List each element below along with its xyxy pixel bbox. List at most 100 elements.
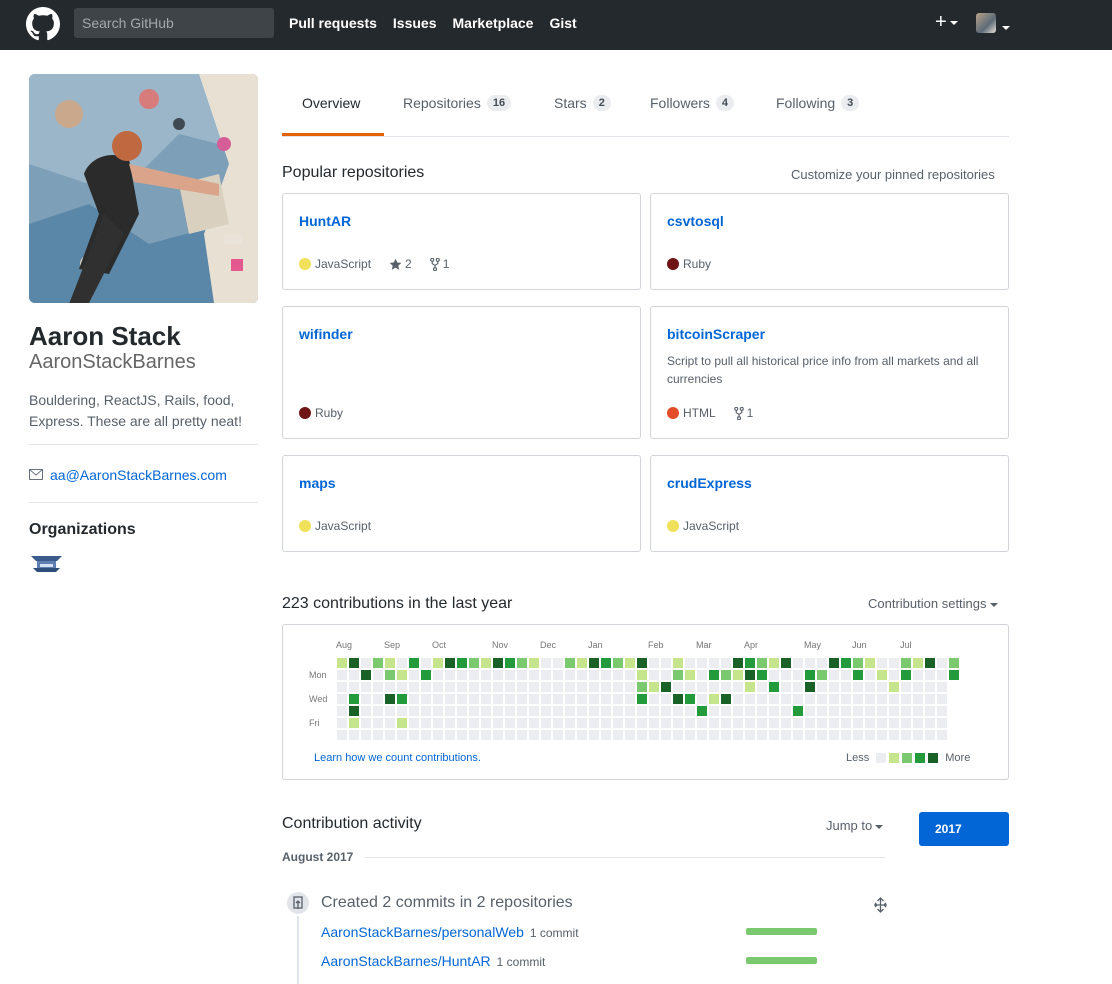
contribution-day[interactable] — [853, 730, 863, 740]
contribution-day[interactable] — [853, 706, 863, 716]
contribution-day[interactable] — [841, 706, 851, 716]
contribution-day[interactable] — [889, 670, 899, 680]
contribution-day[interactable] — [769, 730, 779, 740]
contribution-day[interactable] — [433, 670, 443, 680]
contribution-day[interactable] — [877, 730, 887, 740]
contribution-day[interactable] — [757, 730, 767, 740]
contribution-day[interactable] — [865, 718, 875, 728]
contribution-day[interactable] — [541, 694, 551, 704]
contribution-day[interactable] — [661, 730, 671, 740]
contribution-day[interactable] — [721, 718, 731, 728]
contribution-day[interactable] — [745, 670, 755, 680]
contribution-day[interactable] — [697, 670, 707, 680]
contribution-day[interactable] — [433, 694, 443, 704]
contribution-day[interactable] — [421, 694, 431, 704]
contribution-day[interactable] — [553, 718, 563, 728]
contribution-day[interactable] — [529, 718, 539, 728]
contribution-day[interactable] — [769, 682, 779, 692]
contribution-day[interactable] — [565, 730, 575, 740]
contribution-day[interactable] — [385, 730, 395, 740]
contribution-day[interactable] — [685, 658, 695, 668]
repo-forks[interactable]: 1 — [733, 406, 753, 420]
contribution-day[interactable] — [769, 706, 779, 716]
contribution-day[interactable] — [661, 694, 671, 704]
contribution-day[interactable] — [457, 670, 467, 680]
contribution-day[interactable] — [637, 694, 647, 704]
contribution-day[interactable] — [721, 694, 731, 704]
contribution-day[interactable] — [613, 682, 623, 692]
contribution-day[interactable] — [769, 694, 779, 704]
contribution-day[interactable] — [829, 682, 839, 692]
jump-to-dropdown[interactable]: Jump to — [826, 818, 884, 833]
contribution-day[interactable] — [517, 718, 527, 728]
contribution-day[interactable] — [661, 682, 671, 692]
contribution-day[interactable] — [577, 718, 587, 728]
contribution-day[interactable] — [601, 682, 611, 692]
contribution-day[interactable] — [757, 694, 767, 704]
contribution-day[interactable] — [469, 730, 479, 740]
contribution-day[interactable] — [409, 658, 419, 668]
contribution-day[interactable] — [709, 670, 719, 680]
contribution-day[interactable] — [673, 658, 683, 668]
contribution-day[interactable] — [901, 718, 911, 728]
contribution-day[interactable] — [481, 694, 491, 704]
contribution-day[interactable] — [673, 730, 683, 740]
contribution-day[interactable] — [505, 730, 515, 740]
contribution-day[interactable] — [649, 706, 659, 716]
contribution-day[interactable] — [445, 694, 455, 704]
contribution-day[interactable] — [877, 694, 887, 704]
contribution-day[interactable] — [565, 682, 575, 692]
contribution-day[interactable] — [421, 706, 431, 716]
contribution-day[interactable] — [769, 658, 779, 668]
contribution-day[interactable] — [757, 658, 767, 668]
contribution-day[interactable] — [349, 730, 359, 740]
contribution-day[interactable] — [529, 682, 539, 692]
contribution-settings-dropdown[interactable]: Contribution settings — [868, 596, 998, 611]
contribution-day[interactable] — [913, 706, 923, 716]
contribution-day[interactable] — [481, 730, 491, 740]
contribution-day[interactable] — [553, 706, 563, 716]
contribution-day[interactable] — [733, 730, 743, 740]
contribution-day[interactable] — [445, 658, 455, 668]
contribution-day[interactable] — [709, 682, 719, 692]
contribution-day[interactable] — [481, 706, 491, 716]
contribution-day[interactable] — [457, 730, 467, 740]
contribution-day[interactable] — [745, 658, 755, 668]
contribution-day[interactable] — [409, 706, 419, 716]
contribution-day[interactable] — [457, 682, 467, 692]
contribution-day[interactable] — [577, 694, 587, 704]
contribution-day[interactable] — [505, 682, 515, 692]
contribution-day[interactable] — [445, 706, 455, 716]
contribution-day[interactable] — [457, 706, 467, 716]
contribution-day[interactable] — [397, 718, 407, 728]
contribution-day[interactable] — [589, 670, 599, 680]
contribution-day[interactable] — [733, 682, 743, 692]
contribution-day[interactable] — [361, 730, 371, 740]
contribution-day[interactable] — [469, 658, 479, 668]
contribution-day[interactable] — [565, 694, 575, 704]
repo-name-link[interactable]: wifinder — [299, 326, 353, 342]
contribution-day[interactable] — [481, 682, 491, 692]
contribution-day[interactable] — [625, 706, 635, 716]
contribution-day[interactable] — [589, 718, 599, 728]
contribution-day[interactable] — [589, 694, 599, 704]
contribution-day[interactable] — [493, 670, 503, 680]
contribution-day[interactable] — [421, 682, 431, 692]
contribution-day[interactable] — [889, 658, 899, 668]
contribution-day[interactable] — [781, 658, 791, 668]
contribution-day[interactable] — [481, 658, 491, 668]
contribution-day[interactable] — [601, 694, 611, 704]
contribution-day[interactable] — [793, 658, 803, 668]
contribution-day[interactable] — [685, 694, 695, 704]
contribution-day[interactable] — [769, 718, 779, 728]
contribution-day[interactable] — [805, 658, 815, 668]
contribution-day[interactable] — [565, 670, 575, 680]
contribution-day[interactable] — [673, 670, 683, 680]
contribution-day[interactable] — [625, 658, 635, 668]
organization-avatar-icon[interactable] — [29, 552, 64, 574]
contribution-day[interactable] — [445, 718, 455, 728]
contribution-day[interactable] — [589, 682, 599, 692]
contribution-day[interactable] — [937, 706, 947, 716]
contribution-day[interactable] — [685, 682, 695, 692]
contribution-day[interactable] — [697, 730, 707, 740]
